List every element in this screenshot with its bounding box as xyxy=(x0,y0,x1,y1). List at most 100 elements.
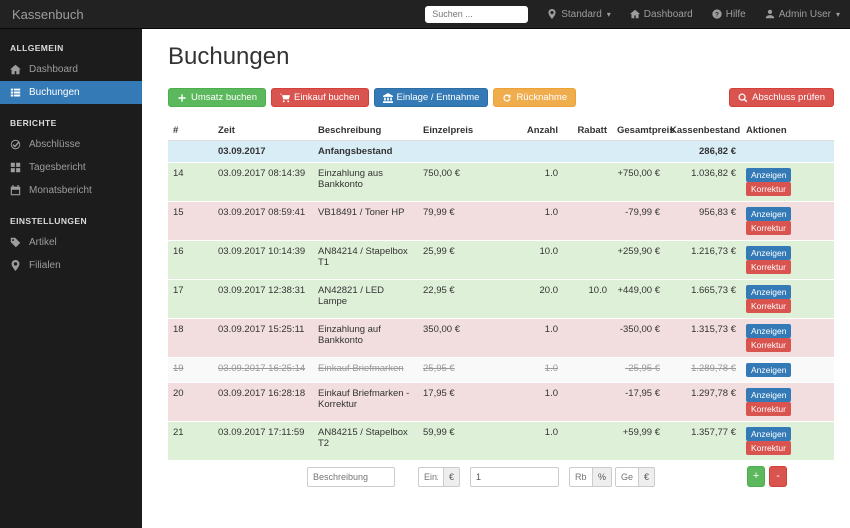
remove-row-button[interactable]: - xyxy=(769,466,787,487)
korrektur-button[interactable]: Korrektur xyxy=(746,182,791,196)
gesamt-input[interactable] xyxy=(615,467,639,487)
search-input[interactable] xyxy=(425,6,528,23)
cell-kassenbestand: 1.315,73 € xyxy=(665,319,741,358)
column-header-zeit: Zeit xyxy=(213,121,313,141)
nav-item-hilfe[interactable]: ?Hilfe xyxy=(712,9,746,20)
anzeigen-button[interactable]: Anzeigen xyxy=(746,388,791,402)
gesamt-group: € xyxy=(615,467,655,487)
korrektur-button[interactable]: Korrektur xyxy=(746,402,791,416)
einkauf-buchen-button[interactable]: Einkauf buchen xyxy=(271,88,369,107)
nav-item-label: Dashboard xyxy=(644,9,693,20)
cell-zeit: 03.09.2017 08:59:41 xyxy=(213,202,313,241)
euro-addon: € xyxy=(444,467,460,487)
sidebar-section-heading: EINSTELLUNGEN xyxy=(0,202,142,231)
cell-anzahl: 1.0 xyxy=(513,163,563,202)
table-row: 2103.09.2017 17:11:59AN84215 / Stapelbox… xyxy=(168,422,834,461)
grid-icon xyxy=(10,162,21,173)
svg-text:?: ? xyxy=(715,11,719,18)
umsatz-buchen-button[interactable]: Umsatz buchen xyxy=(168,88,266,107)
cart-icon xyxy=(280,93,290,103)
cell-kassenbestand: 1.289,78 € xyxy=(665,358,741,383)
korrektur-button[interactable]: Korrektur xyxy=(746,338,791,352)
sidebar-item-buchungen[interactable]: Buchungen xyxy=(0,81,142,104)
sidebar-item-label: Tagesbericht xyxy=(29,162,86,173)
sidebar-item-tagesbericht[interactable]: Tagesbericht xyxy=(0,156,142,179)
navbar-right: Standard▾ Dashboard ?Hilfe Admin User▾ xyxy=(425,6,850,23)
sidebar-item-label: Artikel xyxy=(29,237,57,248)
bookings-table: #ZeitBeschreibungEinzelpreisAnzahlRabatt… xyxy=(168,121,834,460)
cell-gesamtpreis: +259,90 € xyxy=(612,241,665,280)
anzahl-input[interactable] xyxy=(470,467,559,487)
cell-zeit: 03.09.2017 12:38:31 xyxy=(213,280,313,319)
nav-item-admin-user[interactable]: Admin User▾ xyxy=(765,9,840,20)
korrektur-button[interactable]: Korrektur xyxy=(746,299,791,313)
cell-anzahl: 20.0 xyxy=(513,280,563,319)
cell-rabatt xyxy=(563,383,612,422)
cell-rabatt xyxy=(563,141,612,163)
anzeigen-button[interactable]: Anzeigen xyxy=(746,363,791,377)
cell-: 18 xyxy=(168,319,213,358)
einzelpreis-input[interactable] xyxy=(418,467,444,487)
sidebar-item-artikel[interactable]: Artikel xyxy=(0,231,142,254)
sidebar-item-label: Monatsbericht xyxy=(29,185,92,196)
caret-down-icon: ▾ xyxy=(836,10,840,19)
sidebar-item-monatsbericht[interactable]: Monatsbericht xyxy=(0,179,142,202)
table-row: 1403.09.2017 08:14:39Einzahlung aus Bank… xyxy=(168,163,834,202)
map-marker-icon xyxy=(10,260,21,271)
anzeigen-button[interactable]: Anzeigen xyxy=(746,207,791,221)
anzeigen-button[interactable]: Anzeigen xyxy=(746,246,791,260)
nav-item-dashboard[interactable]: Dashboard xyxy=(630,9,693,20)
sidebar-item-filialen[interactable]: Filialen xyxy=(0,254,142,277)
korrektur-button[interactable]: Korrektur xyxy=(746,221,791,235)
cell-zeit: 03.09.2017 16:25:14 xyxy=(213,358,313,383)
cell-kassenbestand: 1.665,73 € xyxy=(665,280,741,319)
nav-item-standard[interactable]: Standard▾ xyxy=(547,9,611,20)
bank-icon xyxy=(383,93,393,103)
table-row: 1503.09.2017 08:59:41VB18491 / Toner HP7… xyxy=(168,202,834,241)
plus-icon xyxy=(177,93,187,103)
cell-beschreibung: Einzahlung aus Bankkonto xyxy=(313,163,418,202)
cell-aktionen: AnzeigenKorrektur xyxy=(741,163,834,202)
column-header-einzelpreis: Einzelpreis xyxy=(418,121,513,141)
einlage-entnahme-button[interactable]: Einlage / Entnahme xyxy=(374,88,489,107)
cell-aktionen xyxy=(741,141,834,163)
abschluss-pruefen-button[interactable]: Abschluss prüfen xyxy=(729,88,834,107)
column-header-: # xyxy=(168,121,213,141)
anzeigen-button[interactable]: Anzeigen xyxy=(746,285,791,299)
search-icon xyxy=(738,93,748,103)
cell-kassenbestand: 1.357,77 € xyxy=(665,422,741,461)
beschreibung-input[interactable] xyxy=(307,467,395,487)
korrektur-button[interactable]: Korrektur xyxy=(746,260,791,274)
ruecknahme-button[interactable]: Rücknahme xyxy=(493,88,576,107)
cell-anzahl: 1.0 xyxy=(513,202,563,241)
anzeigen-button[interactable]: Anzeigen xyxy=(746,168,791,182)
cell-rabatt xyxy=(563,422,612,461)
cell-anzahl xyxy=(513,141,563,163)
top-navbar: Kassenbuch Standard▾Dashboard?HilfeAdmin… xyxy=(0,0,850,29)
button-label: Abschluss prüfen xyxy=(752,92,825,103)
sidebar-item-abschluesse[interactable]: Abschlüsse xyxy=(0,133,142,156)
cell-: 15 xyxy=(168,202,213,241)
cell-rabatt xyxy=(563,241,612,280)
korrektur-button[interactable]: Korrektur xyxy=(746,441,791,455)
add-row-button[interactable]: + xyxy=(747,466,765,487)
cell-beschreibung: AN84215 / Stapelbox T2 xyxy=(313,422,418,461)
cell- xyxy=(168,141,213,163)
table-row: 03.09.2017Anfangsbestand286,82 € xyxy=(168,141,834,163)
table-row: 2003.09.2017 16:28:18Einkauf Briefmarken… xyxy=(168,383,834,422)
anzeigen-button[interactable]: Anzeigen xyxy=(746,324,791,338)
button-label: Einkauf buchen xyxy=(294,92,360,103)
cell-aktionen: AnzeigenKorrektur xyxy=(741,422,834,461)
cell-: 14 xyxy=(168,163,213,202)
list-icon xyxy=(10,87,21,98)
rabatt-input[interactable] xyxy=(569,467,593,487)
cell-zeit: 03.09.2017 17:11:59 xyxy=(213,422,313,461)
map-marker-icon xyxy=(547,9,557,19)
column-header-beschreibung: Beschreibung xyxy=(313,121,418,141)
cell-einzelpreis: 350,00 € xyxy=(418,319,513,358)
sidebar-item-dashboard[interactable]: Dashboard xyxy=(0,58,142,81)
table-header-row: #ZeitBeschreibungEinzelpreisAnzahlRabatt… xyxy=(168,121,834,141)
anzeigen-button[interactable]: Anzeigen xyxy=(746,427,791,441)
sidebar-item-label: Abschlüsse xyxy=(29,139,80,150)
cell-zeit: 03.09.2017 08:14:39 xyxy=(213,163,313,202)
